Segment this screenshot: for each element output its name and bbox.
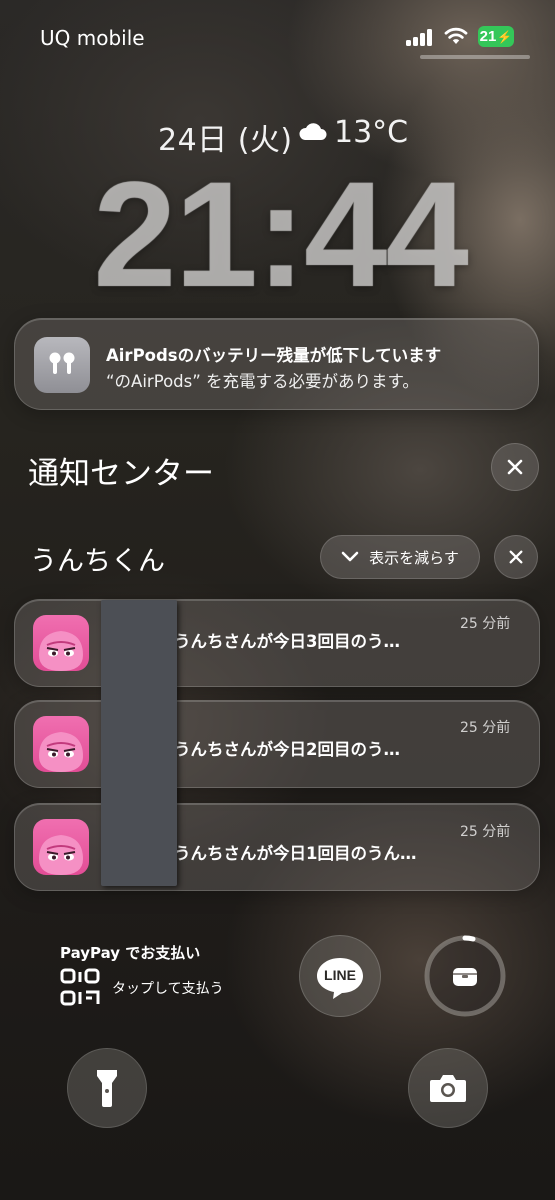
notification-center-title: 通知センター — [28, 456, 214, 492]
unchi-kun-app-icon — [33, 819, 89, 875]
airpods-alert-body: “のAirPods” を充電する必要があります。 — [106, 372, 419, 391]
unchi-kun-app-icon — [33, 615, 89, 671]
close-icon — [509, 550, 523, 564]
close-icon — [507, 459, 523, 475]
airpods-battery-widget[interactable] — [423, 934, 507, 1018]
carrier-name: UQ mobile — [40, 26, 145, 50]
unchi-kun-app-icon — [33, 716, 89, 772]
notification-time: 25 分前 — [460, 720, 511, 736]
qr-code-icon[interactable] — [60, 968, 100, 1006]
show-less-label: 表示を減らす — [369, 548, 459, 567]
notification-time: 25 分前 — [460, 824, 511, 840]
notification-text: うんちさんが今日3回目のう… — [174, 632, 400, 651]
paypay-tap-label[interactable]: タップして支払う — [112, 978, 224, 998]
charging-bolt-icon: ⚡ — [497, 29, 513, 44]
redaction-overlay — [101, 600, 177, 886]
notification-time: 25 分前 — [460, 616, 511, 632]
cellular-signal-icon — [406, 28, 434, 46]
camera-icon — [430, 1075, 466, 1102]
wifi-icon — [444, 27, 468, 44]
lock-clock: 21:44 — [93, 150, 469, 318]
line-icon: LINE — [315, 956, 365, 999]
notification-text: うんちさんが今日1回目のうん… — [174, 844, 417, 863]
line-label: LINE — [324, 967, 356, 983]
camera-button[interactable] — [408, 1048, 488, 1128]
flashlight-icon — [97, 1070, 117, 1107]
cloud-icon — [299, 123, 327, 140]
line-widget-button[interactable]: LINE — [299, 935, 381, 1017]
show-less-button[interactable]: 表示を減らす — [320, 535, 480, 579]
clear-all-button[interactable] — [491, 443, 539, 491]
paypay-widget-title[interactable]: PayPay でお支払い — [60, 942, 200, 963]
clear-group-button[interactable] — [494, 535, 538, 579]
airpods-icon — [34, 337, 90, 393]
chevron-down-icon — [341, 551, 359, 562]
battery-indicator: 21 ⚡ — [478, 26, 514, 47]
temperature: 13°C — [334, 115, 409, 150]
app-group-title: うんちくん — [30, 546, 165, 577]
battery-level: 21 — [479, 28, 497, 45]
flashlight-button[interactable] — [67, 1048, 147, 1128]
notification-text: うんちさんが今日2回目のう… — [174, 740, 400, 759]
airpods-alert-title: AirPodsのバッテリー残量が低下しています — [106, 346, 442, 365]
control-center-handle[interactable] — [420, 55, 530, 59]
